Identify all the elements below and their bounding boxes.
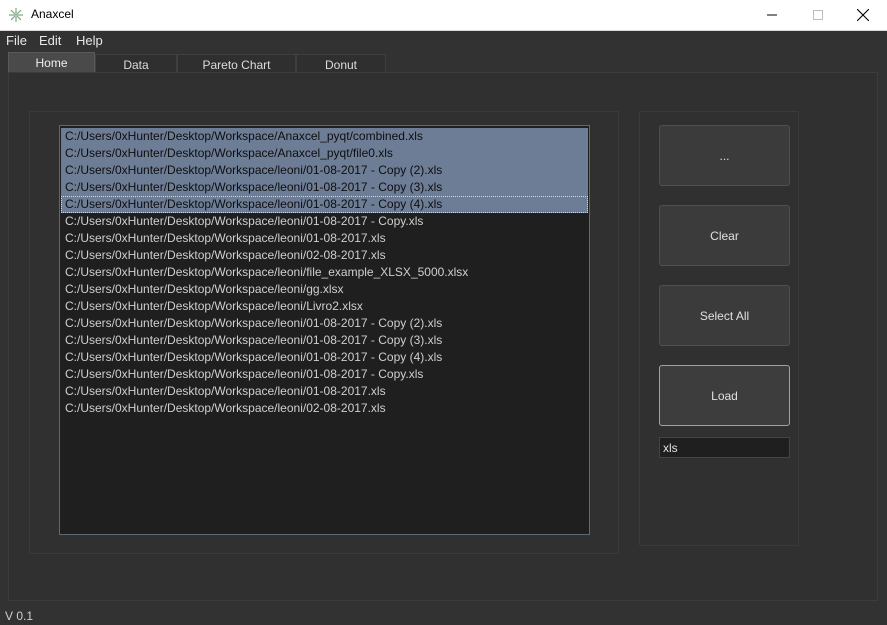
file-list-item[interactable]: C:/Users/0xHunter/Desktop/Workspace/leon… (61, 332, 588, 349)
maximize-icon (813, 10, 823, 20)
file-list-item[interactable]: C:/Users/0xHunter/Desktop/Workspace/leon… (61, 400, 588, 417)
tab-data[interactable]: Data (95, 54, 177, 72)
window-title: Anaxcel (31, 7, 74, 21)
file-list-item[interactable]: C:/Users/0xHunter/Desktop/Workspace/leon… (61, 162, 588, 179)
file-list-item[interactable]: C:/Users/0xHunter/Desktop/Workspace/leon… (61, 264, 588, 281)
extension-filter-input[interactable] (659, 437, 790, 458)
file-list[interactable]: C:/Users/0xHunter/Desktop/Workspace/Anax… (59, 125, 590, 535)
file-list-item[interactable]: C:/Users/0xHunter/Desktop/Workspace/Anax… (61, 145, 588, 162)
tab-pareto-chart[interactable]: Pareto Chart (177, 54, 296, 72)
file-list-item[interactable]: C:/Users/0xHunter/Desktop/Workspace/leon… (61, 349, 588, 366)
browse-button[interactable]: ... (659, 125, 790, 186)
tab-donut[interactable]: Donut (296, 54, 386, 72)
maximize-button[interactable] (795, 0, 841, 30)
file-list-item[interactable]: C:/Users/0xHunter/Desktop/Workspace/leon… (61, 298, 588, 315)
file-list-item[interactable]: C:/Users/0xHunter/Desktop/Workspace/leon… (61, 196, 588, 213)
minimize-button[interactable] (749, 0, 795, 30)
version-label: V 0.1 (5, 609, 34, 623)
menu-help[interactable]: Help (76, 33, 103, 48)
file-list-item[interactable]: C:/Users/0xHunter/Desktop/Workspace/leon… (61, 247, 588, 264)
file-list-item[interactable]: C:/Users/0xHunter/Desktop/Workspace/leon… (61, 383, 588, 400)
close-button[interactable] (840, 0, 886, 30)
select-all-button[interactable]: Select All (659, 285, 790, 346)
menu-file[interactable]: File (6, 33, 27, 48)
load-button[interactable]: Load (659, 365, 790, 426)
file-list-item[interactable]: C:/Users/0xHunter/Desktop/Workspace/leon… (61, 315, 588, 332)
file-list-item[interactable]: C:/Users/0xHunter/Desktop/Workspace/leon… (61, 213, 588, 230)
file-list-item[interactable]: C:/Users/0xHunter/Desktop/Workspace/leon… (61, 230, 588, 247)
clear-button[interactable]: Clear (659, 205, 790, 266)
title-bar: Anaxcel (0, 0, 887, 31)
file-list-item[interactable]: C:/Users/0xHunter/Desktop/Workspace/leon… (61, 179, 588, 196)
file-list-item[interactable]: C:/Users/0xHunter/Desktop/Workspace/leon… (61, 366, 588, 383)
close-icon (857, 9, 869, 21)
minimize-icon (767, 10, 777, 20)
file-list-item[interactable]: C:/Users/0xHunter/Desktop/Workspace/Anax… (61, 128, 588, 145)
menu-edit[interactable]: Edit (39, 33, 61, 48)
menu-bar: File Edit Help (0, 31, 887, 51)
file-list-item[interactable]: C:/Users/0xHunter/Desktop/Workspace/leon… (61, 281, 588, 298)
anaxcel-app-icon (8, 7, 24, 23)
tab-home[interactable]: Home (8, 52, 95, 72)
